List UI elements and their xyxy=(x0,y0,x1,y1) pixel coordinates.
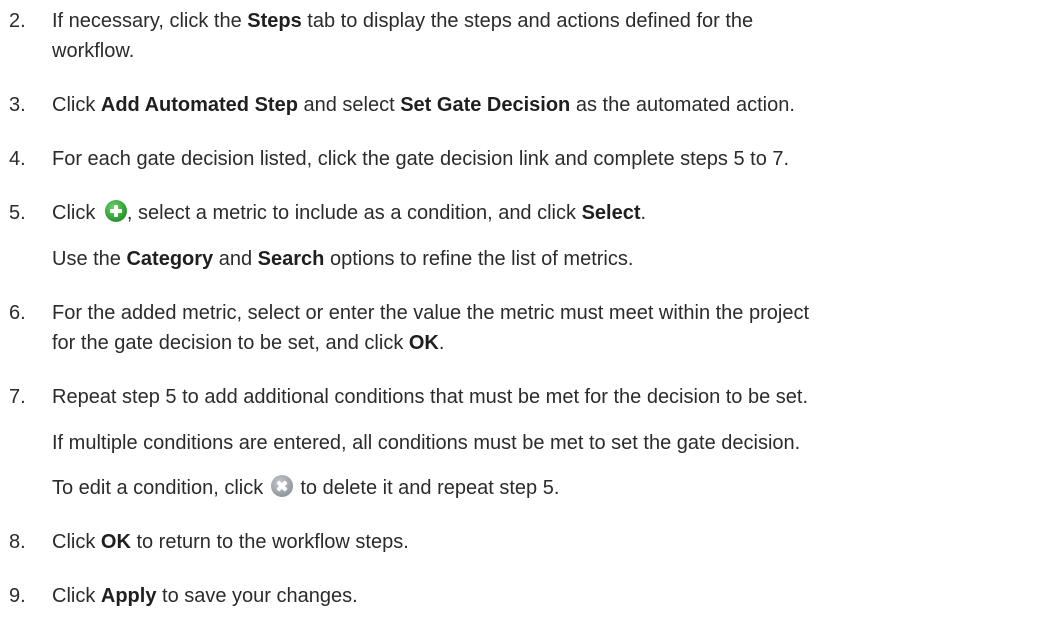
step-number: 5. xyxy=(9,202,26,224)
step-text: Repeat step 5 to add additional conditio… xyxy=(52,386,809,408)
text-run: and select xyxy=(297,94,401,116)
step-number: 2. xyxy=(9,10,26,32)
bold-term: Apply xyxy=(100,585,157,607)
step-number: 9. xyxy=(9,585,26,607)
text-run: and xyxy=(213,248,258,270)
bold-term: Category xyxy=(126,248,214,270)
bold-term: OK xyxy=(100,531,131,553)
text-run: To edit a condition, click xyxy=(52,477,269,499)
step-text: Click , select a metric to include as a … xyxy=(52,198,646,228)
step-number: 7. xyxy=(9,386,26,408)
bold-term: Steps xyxy=(247,10,302,32)
bold-term: Search xyxy=(257,248,325,270)
text-run: Click xyxy=(52,94,101,116)
bold-term: OK xyxy=(408,332,439,354)
text-run: options to refine the list of metrics. xyxy=(324,248,634,270)
text-run: Use the xyxy=(52,248,127,270)
instruction-list: 2. If necessary, click the Steps tab to … xyxy=(0,0,1044,624)
text-run: Click xyxy=(52,585,101,607)
text-run: . xyxy=(438,332,445,354)
step-text: If necessary, click the Steps tab to dis… xyxy=(52,6,753,36)
step-note: If multiple conditions are entered, all … xyxy=(52,432,801,454)
step-note: To edit a condition, click to delete it … xyxy=(52,473,559,503)
step-number: 3. xyxy=(9,94,26,116)
step-number: 6. xyxy=(9,302,26,324)
text-run: for the gate decision to be set, and cli… xyxy=(52,332,409,354)
text-run: . xyxy=(640,202,647,224)
step-text: Click OK to return to the workflow steps… xyxy=(52,527,409,557)
step-text-continuation: for the gate decision to be set, and cli… xyxy=(52,328,444,358)
text-run: to return to the workflow steps. xyxy=(130,531,409,553)
step-note: Use the Category and Search options to r… xyxy=(52,244,633,274)
step-text: For each gate decision listed, click the… xyxy=(52,148,790,170)
bold-term: Set Gate Decision xyxy=(400,94,571,116)
text-run: Click xyxy=(52,202,101,224)
text-run: , select a metric to include as a condit… xyxy=(126,202,582,224)
text-run: Click xyxy=(52,531,101,553)
bold-term: Select xyxy=(581,202,641,224)
delete-circle-icon xyxy=(270,475,293,497)
text-run: to delete it and repeat step 5. xyxy=(294,477,560,499)
step-number: 8. xyxy=(9,531,26,553)
text-run: to save your changes. xyxy=(156,585,358,607)
step-text: Click Add Automated Step and select Set … xyxy=(52,90,795,120)
text-run: tab to display the steps and actions def… xyxy=(301,10,754,32)
text-run: If necessary, click the xyxy=(52,10,248,32)
step-text: Click Apply to save your changes. xyxy=(52,581,358,611)
step-number: 4. xyxy=(9,148,26,170)
text-run: as the automated action. xyxy=(570,94,795,116)
bold-term: Add Automated Step xyxy=(100,94,298,116)
add-circle-icon xyxy=(104,200,127,222)
step-text: For the added metric, select or enter th… xyxy=(52,302,810,324)
step-text-continuation: workflow. xyxy=(52,40,135,62)
